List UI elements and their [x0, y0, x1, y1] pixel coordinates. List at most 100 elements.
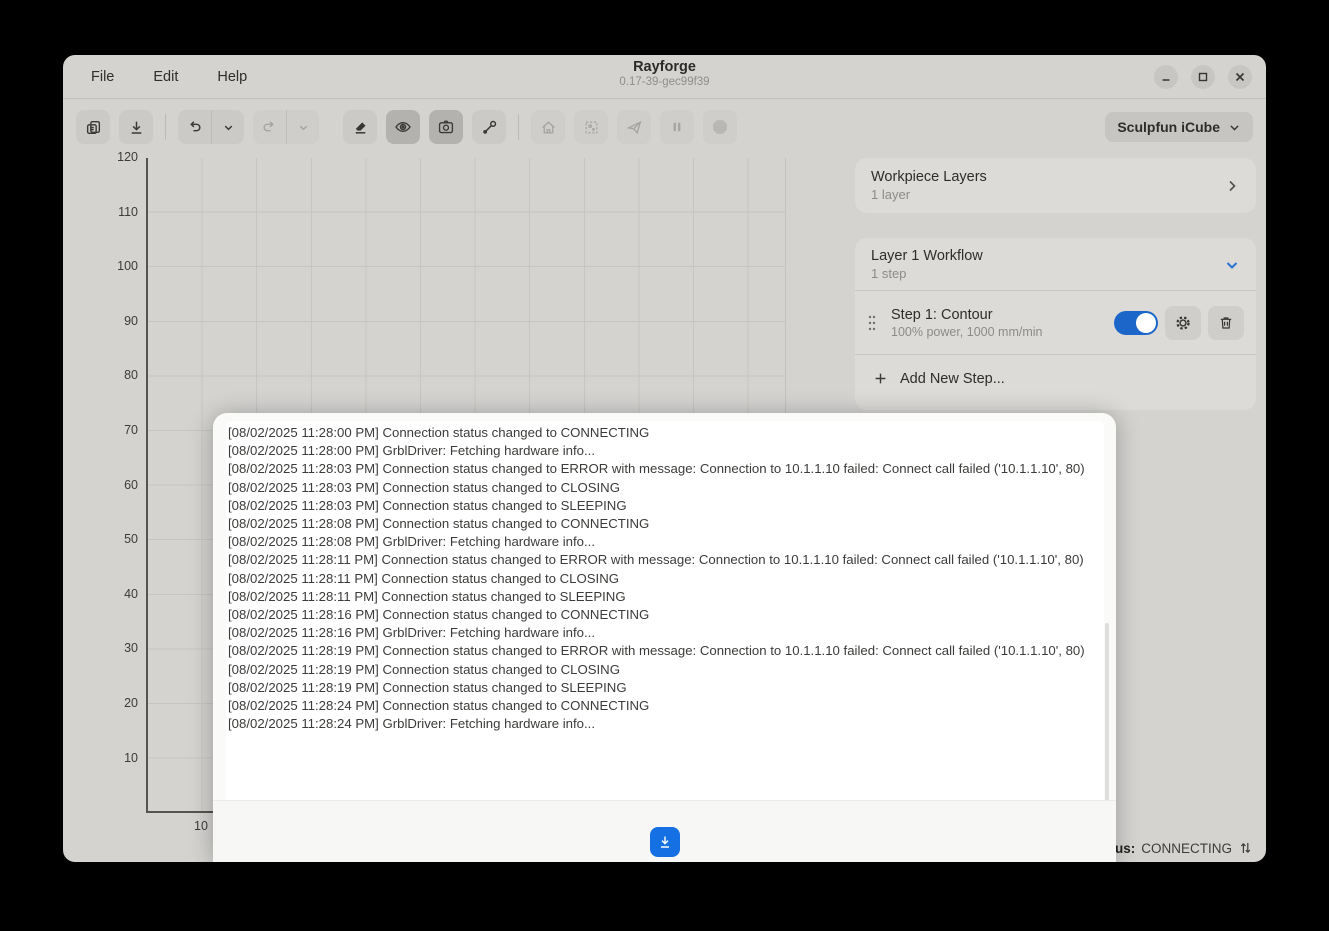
redo-menu-button[interactable]	[286, 110, 319, 144]
workflow-titles: Layer 1 Workflow 1 step	[871, 248, 1224, 281]
log-line: [08/02/2025 11:28:00 PM] GrblDriver: Fet…	[228, 442, 1102, 460]
step-titles: Step 1: Contour 100% power, 1000 mm/min	[891, 307, 1114, 339]
y-tick-label: 110	[98, 205, 138, 219]
workflow-title: Layer 1 Workflow	[871, 248, 1224, 264]
y-tick-label: 40	[98, 587, 138, 601]
pause-button[interactable]	[660, 110, 694, 144]
send-icon	[626, 119, 643, 136]
connection-statusbar: tus: CONNECTING	[1111, 840, 1254, 856]
minimize-icon	[1159, 70, 1173, 84]
menu-edit[interactable]: Edit	[147, 65, 184, 89]
workflow-step-row[interactable]: Step 1: Contour 100% power, 1000 mm/min	[855, 291, 1256, 354]
minimize-button[interactable]	[1154, 65, 1178, 89]
app-window: File Edit Help Rayforge 0.17-39-gec99f39	[63, 55, 1266, 862]
frame-icon	[583, 119, 600, 136]
swap-vertical-icon[interactable]	[1238, 840, 1253, 856]
menu-help[interactable]: Help	[211, 65, 253, 89]
log-overlay: [08/02/2025 11:28:00 PM] Connection stat…	[213, 413, 1116, 862]
device-selector-label: Sculpfun iCube	[1117, 119, 1220, 135]
y-tick-label: 50	[98, 532, 138, 546]
log-line: [08/02/2025 11:28:19 PM] Connection stat…	[228, 679, 1102, 697]
chevron-down-icon	[1224, 257, 1240, 273]
workpiece-layers-card[interactable]: Workpiece Layers 1 layer	[855, 158, 1256, 213]
wrench-button[interactable]	[472, 110, 506, 144]
log-line: [08/02/2025 11:28:24 PM] Connection stat…	[228, 697, 1102, 715]
workpiece-layers-titles: Workpiece Layers 1 layer	[871, 169, 1224, 202]
y-tick-label: 70	[98, 423, 138, 437]
home-icon	[540, 119, 557, 136]
log-overlay-footer	[213, 800, 1116, 862]
import-icon	[128, 119, 145, 136]
close-button[interactable]	[1228, 65, 1252, 89]
import-button[interactable]	[119, 110, 153, 144]
y-tick-label: 100	[98, 259, 138, 273]
camera-icon	[437, 118, 455, 136]
log-text-area[interactable]: [08/02/2025 11:28:00 PM] Connection stat…	[226, 421, 1104, 800]
redo-button[interactable]	[253, 110, 286, 144]
workflow-subtitle: 1 step	[871, 266, 1224, 281]
log-line: [08/02/2025 11:28:16 PM] GrblDriver: Fet…	[228, 624, 1102, 642]
copy-icon	[85, 119, 102, 136]
plus-icon	[873, 371, 888, 386]
title-block: Rayforge 0.17-39-gec99f39	[619, 59, 709, 88]
step-delete-button[interactable]	[1208, 306, 1244, 340]
show-travel-button[interactable]	[386, 110, 420, 144]
eraser-button[interactable]	[343, 110, 377, 144]
log-line: [08/02/2025 11:28:19 PM] Connection stat…	[228, 661, 1102, 679]
undo-split-button	[178, 110, 244, 144]
trash-icon	[1218, 315, 1234, 331]
frame-button[interactable]	[574, 110, 608, 144]
menu-file[interactable]: File	[85, 65, 120, 89]
maximize-button[interactable]	[1191, 65, 1215, 89]
redo-icon	[261, 119, 278, 136]
toolbar-separator	[518, 114, 519, 140]
chevron-right-icon	[1224, 178, 1240, 194]
y-tick-label: 120	[98, 150, 138, 164]
copy-button[interactable]	[76, 110, 110, 144]
drag-handle-icon[interactable]	[865, 312, 879, 334]
menubar: File Edit Help	[85, 55, 253, 99]
y-tick-label: 20	[98, 696, 138, 710]
download-log-button[interactable]	[650, 827, 680, 857]
close-icon	[1233, 70, 1247, 84]
y-tick-label: 30	[98, 641, 138, 655]
step-controls	[1114, 306, 1244, 340]
undo-menu-button[interactable]	[211, 110, 244, 144]
stop-button[interactable]	[703, 110, 737, 144]
workpiece-layers-subtitle: 1 layer	[871, 187, 1224, 202]
step-enabled-toggle[interactable]	[1114, 311, 1158, 335]
undo-button[interactable]	[178, 110, 211, 144]
log-scrollbar[interactable]	[1105, 623, 1109, 801]
add-step-button[interactable]: Add New Step...	[855, 355, 1256, 402]
status-value: CONNECTING	[1141, 841, 1232, 856]
titlebar: File Edit Help Rayforge 0.17-39-gec99f39	[63, 55, 1266, 99]
y-tick-label: 90	[98, 314, 138, 328]
window-controls	[1154, 65, 1252, 89]
window-subtitle: 0.17-39-gec99f39	[619, 76, 709, 88]
add-step-label: Add New Step...	[900, 371, 1005, 387]
toggle-knob	[1136, 313, 1156, 333]
y-tick-label: 60	[98, 478, 138, 492]
workflow-card: Layer 1 Workflow 1 step Step 1: Contour …	[855, 238, 1256, 410]
device-selector-button[interactable]: Sculpfun iCube	[1105, 112, 1253, 142]
log-line: [08/02/2025 11:28:16 PM] Connection stat…	[228, 606, 1102, 624]
toolbar-separator	[165, 114, 166, 140]
y-tick-label: 80	[98, 368, 138, 382]
maximize-icon	[1196, 70, 1210, 84]
eraser-icon	[352, 119, 369, 136]
wrench-icon	[481, 119, 498, 136]
pause-icon	[669, 119, 685, 135]
step-subtitle: 100% power, 1000 mm/min	[891, 325, 1114, 339]
home-button[interactable]	[531, 110, 565, 144]
workpiece-layers-title: Workpiece Layers	[871, 169, 1224, 185]
log-line: [08/02/2025 11:28:03 PM] Connection stat…	[228, 497, 1102, 515]
log-line: [08/02/2025 11:28:03 PM] Connection stat…	[228, 479, 1102, 497]
send-button[interactable]	[617, 110, 651, 144]
workflow-header[interactable]: Layer 1 Workflow 1 step	[855, 238, 1256, 290]
camera-button[interactable]	[429, 110, 463, 144]
step-settings-button[interactable]	[1165, 306, 1201, 340]
eye-icon	[394, 118, 412, 136]
gear-icon	[1174, 314, 1192, 332]
window-title: Rayforge	[619, 59, 709, 75]
y-tick-label: 10	[98, 751, 138, 765]
